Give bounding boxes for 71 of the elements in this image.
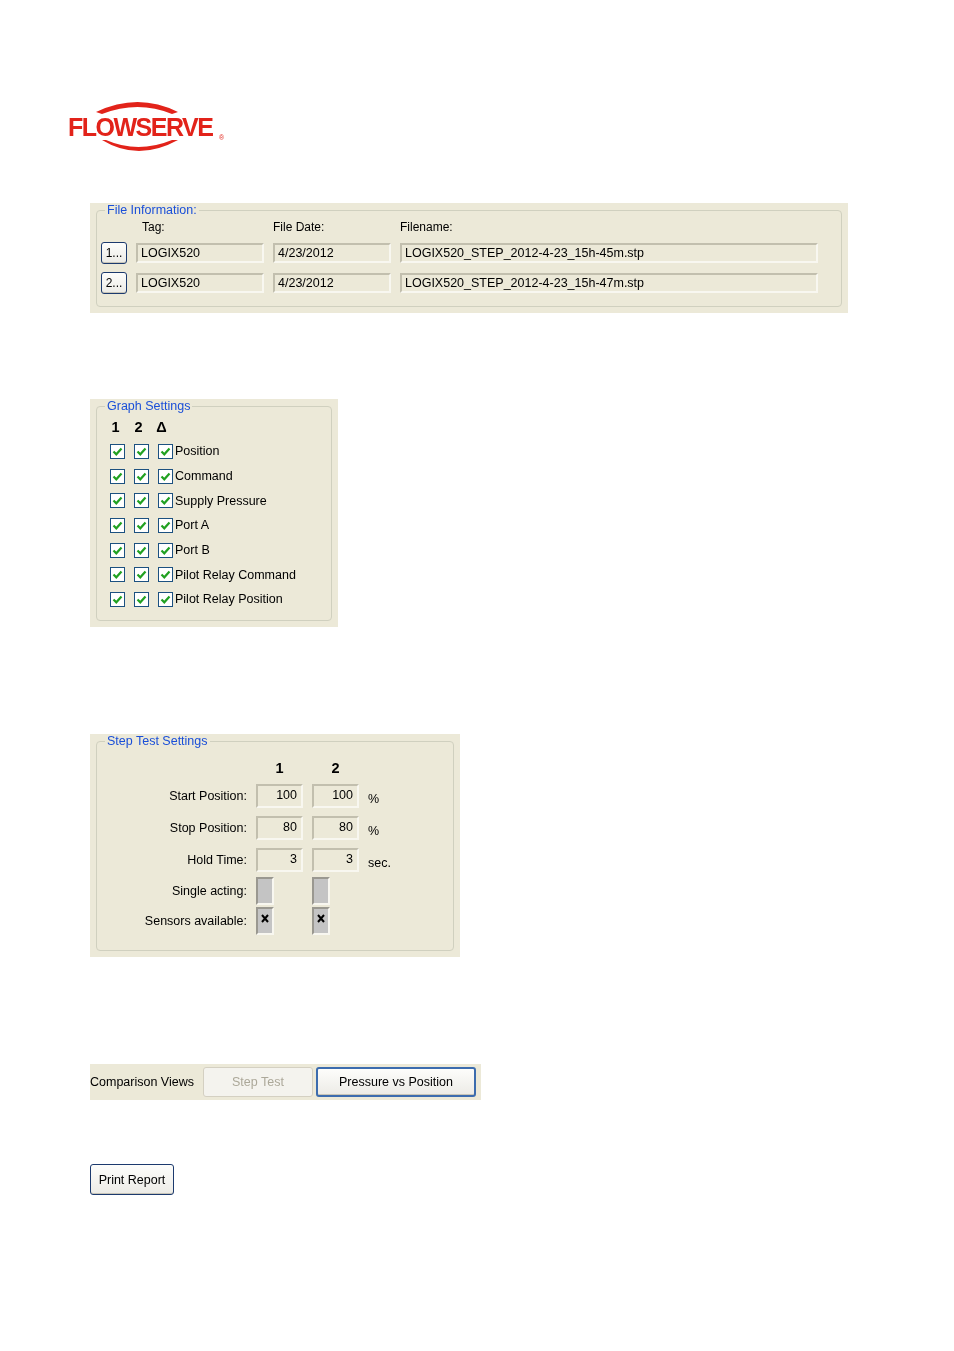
checkbox[interactable]: [110, 443, 125, 459]
checkbox[interactable]: [158, 591, 173, 607]
toolbar-label: Comparison Views: [90, 1075, 194, 1089]
checkbox[interactable]: [110, 567, 125, 583]
checkbox[interactable]: [158, 468, 173, 484]
checkbox[interactable]: [134, 493, 149, 509]
checkbox-label: Position: [175, 444, 220, 459]
filename-field: LOGIX520_STEP_2012-4-23_15h-45m.stp: [400, 243, 818, 263]
setting-label: Start Position:: [168, 788, 247, 805]
browse-button[interactable]: 2...: [101, 272, 127, 294]
checkbox[interactable]: [312, 907, 330, 935]
checkbox-label: Command: [175, 469, 233, 484]
cross-icon: [317, 914, 325, 923]
checkbox[interactable]: [110, 542, 125, 558]
cross-icon: [261, 914, 269, 923]
setting-label: Single acting:: [170, 883, 247, 900]
checkbox[interactable]: [158, 542, 173, 558]
checkbox[interactable]: [134, 591, 149, 607]
view-button[interactable]: Pressure vs Position: [316, 1067, 476, 1097]
checkbox-label: Supply Pressure: [175, 493, 267, 508]
print-button[interactable]: Print Report: [90, 1164, 174, 1195]
filename-field: LOGIX520_STEP_2012-4-23_15h-47m.stp: [400, 273, 818, 293]
column-label: 2: [330, 759, 341, 778]
input-field[interactable]: 100: [312, 784, 359, 808]
unit-label: sec.: [368, 855, 392, 870]
tag-field: LOGIX520: [136, 243, 264, 263]
checkbox[interactable]: [134, 542, 149, 558]
checkbox[interactable]: [256, 907, 274, 935]
checkbox-label: Port B: [175, 543, 210, 558]
column-label: 1: [110, 419, 121, 436]
checkbox[interactable]: [312, 877, 330, 905]
setting-label: Sensors available:: [143, 913, 247, 930]
tag-field: LOGIX520: [136, 273, 264, 293]
column-label: Tag:: [141, 221, 166, 234]
checkbox-label: Pilot Relay Command: [175, 567, 296, 582]
input-field[interactable]: 100: [256, 784, 303, 808]
unit-label: %: [368, 791, 381, 806]
checkbox[interactable]: [110, 591, 125, 607]
checkbox[interactable]: [134, 443, 149, 459]
logo-wordmark: FLOWSERVE: [68, 113, 213, 141]
checkbox[interactable]: [134, 567, 149, 583]
checkbox[interactable]: [110, 493, 125, 509]
input-field[interactable]: 3: [312, 848, 359, 872]
column-label: 2: [133, 419, 144, 436]
column-label: File Date:: [273, 221, 326, 234]
unit-label: %: [368, 823, 381, 838]
checkbox-label: Pilot Relay Position: [175, 592, 283, 607]
checkbox[interactable]: [158, 567, 173, 583]
group-title: File Information:: [106, 203, 198, 217]
browse-button[interactable]: 1...: [101, 242, 127, 264]
setting-label: Stop Position:: [168, 820, 247, 837]
input-field[interactable]: 3: [256, 848, 303, 872]
column-label: Δ: [155, 419, 168, 436]
setting-label: Hold Time:: [186, 852, 247, 869]
group-title: Graph Settings: [106, 399, 192, 413]
column-label: 1: [274, 759, 285, 778]
date-field: 4/23/2012: [273, 243, 391, 263]
checkbox[interactable]: [158, 517, 173, 533]
date-field: 4/23/2012: [273, 273, 391, 293]
checkbox[interactable]: [134, 468, 149, 484]
checkbox[interactable]: [134, 517, 149, 533]
input-field[interactable]: 80: [312, 816, 359, 840]
checkbox[interactable]: [158, 493, 173, 509]
input-field[interactable]: 80: [256, 816, 303, 840]
column-label: Filename:: [400, 221, 454, 234]
checkbox[interactable]: [110, 468, 125, 484]
checkbox[interactable]: [256, 877, 274, 905]
checkbox-label: Port A: [175, 518, 210, 533]
checkbox[interactable]: [158, 443, 173, 459]
group-title: Step Test Settings: [106, 734, 209, 748]
checkbox[interactable]: [110, 517, 125, 533]
